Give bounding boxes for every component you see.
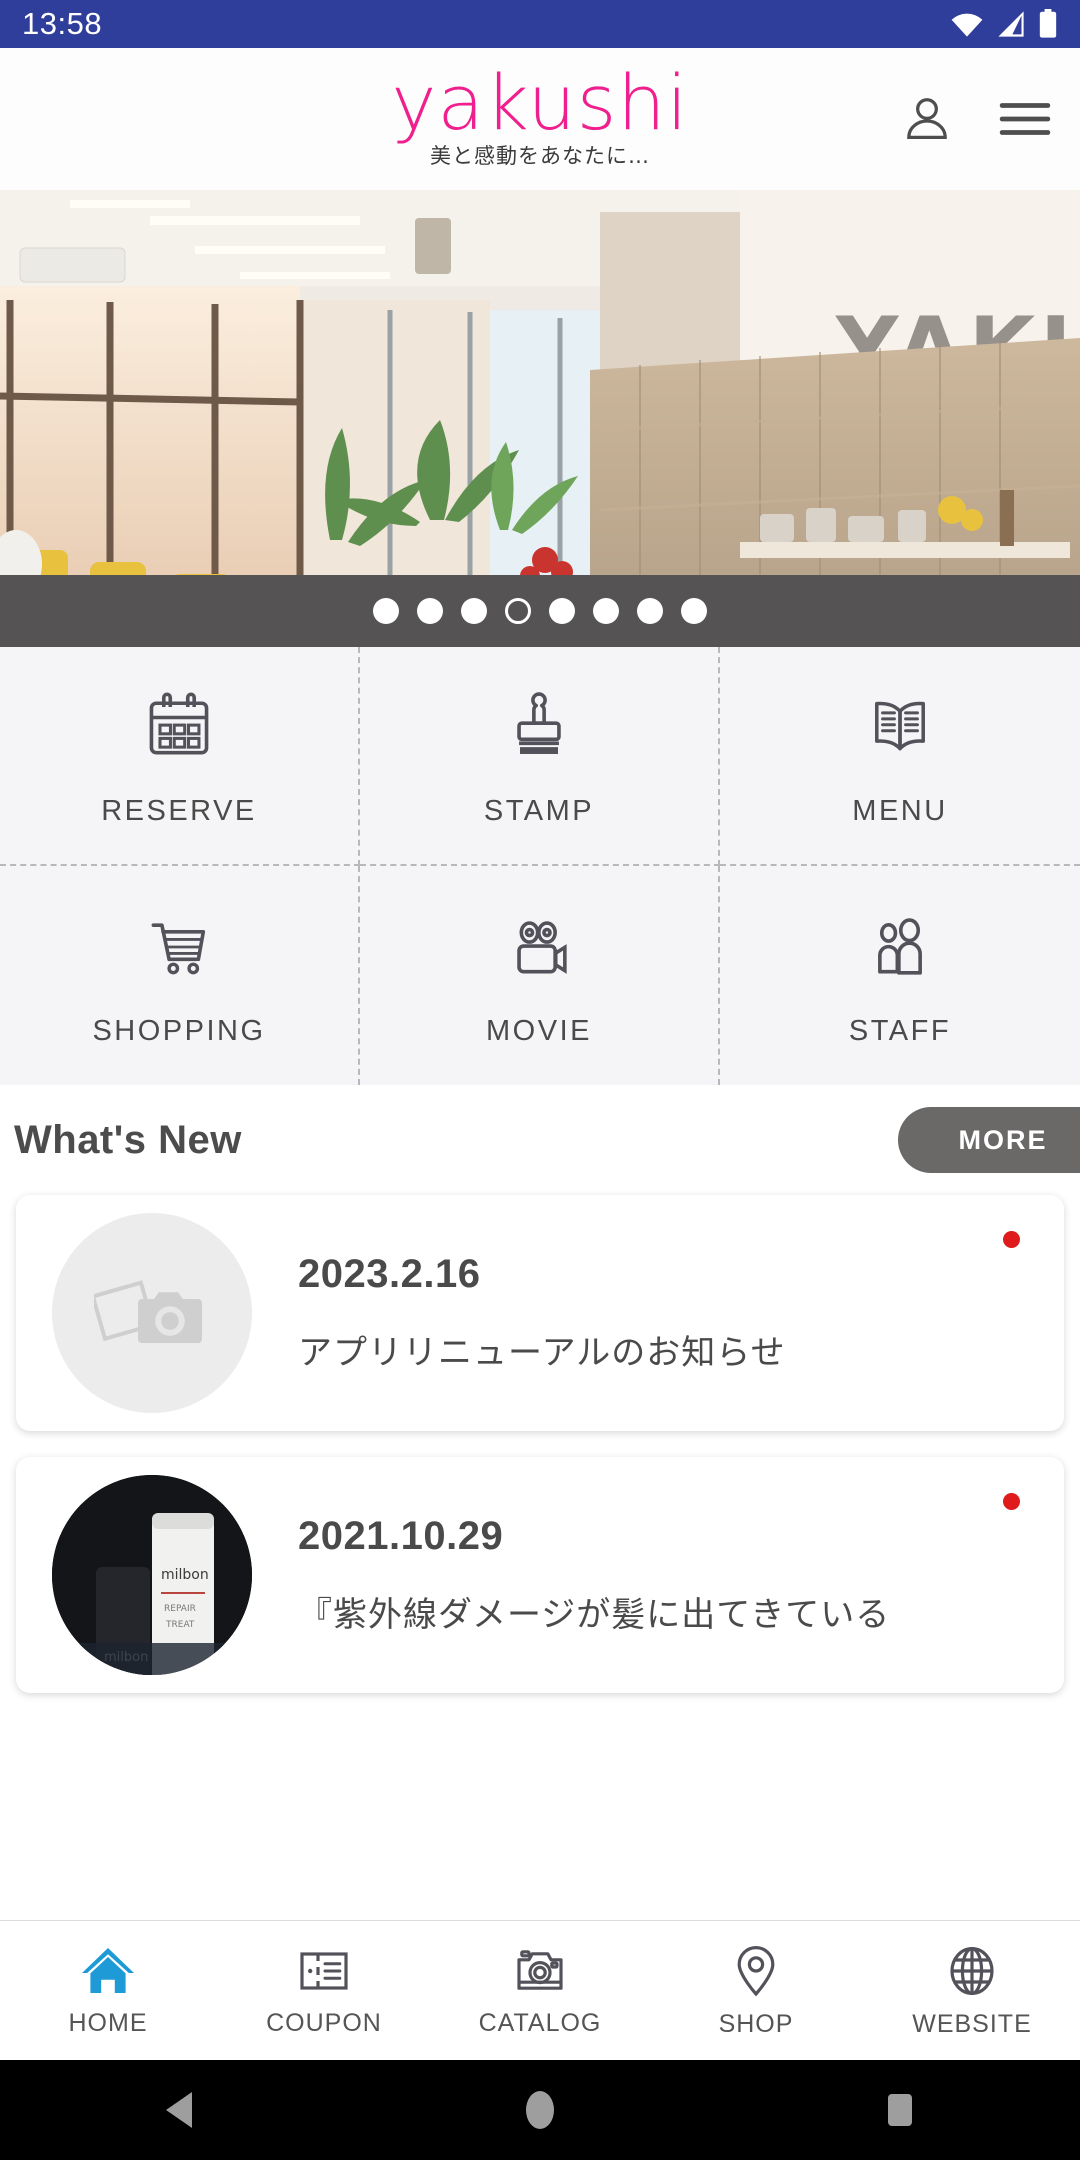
carousel-dot[interactable]: [681, 598, 707, 624]
carousel-dot-active[interactable]: [505, 598, 531, 624]
grid-item-label: SHOPPING: [92, 1015, 266, 1047]
unread-badge: [1003, 1231, 1020, 1248]
wifi-icon: [951, 13, 983, 37]
carousel-dot[interactable]: [417, 598, 443, 624]
status-time: 13:58: [22, 6, 103, 41]
app-header: yakushi 美と感動をあなたに…: [0, 48, 1080, 190]
carousel-dot[interactable]: [593, 598, 619, 624]
nav-item-home[interactable]: HOME: [0, 1943, 216, 2038]
nav-item-catalog[interactable]: CATALOG: [432, 1943, 648, 2038]
bottom-navigation: HOME COUPON CATALOG SHOP WEBSITE: [0, 1920, 1080, 2060]
home-icon: [82, 1948, 134, 1993]
grid-item-menu[interactable]: MENU: [720, 647, 1080, 866]
grid-item-label: STAFF: [848, 1015, 952, 1047]
hero-carousel[interactable]: Y YAKUSH: [0, 190, 1080, 647]
nav-item-label: SHOP: [718, 2010, 794, 2038]
nav-item-label: WEBSITE: [912, 2010, 1032, 2038]
grid-item-label: MENU: [852, 795, 948, 827]
grid-item-label: MOVIE: [486, 1015, 592, 1047]
account-button[interactable]: [898, 90, 956, 148]
logo-text: yakushi: [391, 58, 689, 148]
page-title: What's New: [14, 1117, 242, 1162]
svg-text:milbon: milbon: [161, 1567, 209, 1583]
milbon-product-photo: milbon milbon REPAIR TREAT: [52, 1475, 252, 1675]
logo-tagline: 美と感動をあなたに…: [430, 143, 650, 168]
calendar-icon: [141, 683, 217, 765]
menu-button[interactable]: [996, 90, 1054, 148]
svg-text:REPAIR: REPAIR: [164, 1604, 196, 1614]
shopping-cart-icon: [141, 903, 217, 985]
carousel-dot[interactable]: [549, 598, 575, 624]
carousel-dots[interactable]: [0, 575, 1080, 647]
unread-badge: [1003, 1493, 1020, 1510]
news-list: 2023.2.16 アプリリニューアルのお知らせ milbon milbon R…: [0, 1195, 1080, 1693]
video-camera-icon: [501, 903, 577, 985]
carousel-dot[interactable]: [637, 598, 663, 624]
news-body: 2021.10.29 『紫外線ダメージが髪に出てきている: [298, 1514, 890, 1636]
grid-item-stamp[interactable]: STAMP: [360, 647, 720, 866]
carousel-dot[interactable]: [461, 598, 487, 624]
whats-new-header: What's New MORE: [0, 1085, 1080, 1195]
nav-item-label: COUPON: [266, 2009, 382, 2037]
nav-item-label: HOME: [68, 2009, 148, 2037]
nav-item-shop[interactable]: SHOP: [648, 1942, 864, 2039]
battery-icon: [1039, 9, 1057, 38]
grid-item-staff[interactable]: STAFF: [720, 866, 1080, 1085]
news-date: 2023.2.16: [298, 1252, 481, 1296]
map-pin-icon: [737, 1946, 775, 1997]
svg-text:TREAT: TREAT: [165, 1620, 195, 1630]
recents-square-icon: [888, 2094, 912, 2126]
news-date: 2021.10.29: [298, 1514, 504, 1558]
cellular-signal-icon: [998, 11, 1024, 37]
coupon-icon: [300, 1952, 348, 1990]
news-text: アプリリニューアルのお知らせ: [298, 1333, 786, 1373]
account-icon: [907, 98, 947, 140]
news-text: 『紫外線ダメージが髪に出てきている: [298, 1595, 891, 1635]
grid-item-reserve[interactable]: RESERVE: [0, 647, 360, 866]
android-recents-button[interactable]: [840, 2090, 960, 2130]
android-back-button[interactable]: [120, 2090, 240, 2130]
news-thumbnail: [52, 1213, 252, 1413]
grid-item-movie[interactable]: MOVIE: [360, 866, 720, 1085]
back-triangle-icon: [166, 2092, 192, 2128]
android-system-nav: [0, 2060, 1080, 2160]
quick-menu-grid: RESERVE STAMP MENU SHOPPING MOVIE STAFF: [0, 647, 1080, 1085]
grid-item-shopping[interactable]: SHOPPING: [0, 866, 360, 1085]
android-home-button[interactable]: [480, 2089, 600, 2131]
status-bar: 13:58: [0, 0, 1080, 48]
more-button[interactable]: MORE: [898, 1107, 1080, 1173]
news-card[interactable]: milbon milbon REPAIR TREAT 2021.10.29 『紫…: [16, 1457, 1064, 1693]
people-icon: [862, 903, 938, 985]
carousel-dot[interactable]: [373, 598, 399, 624]
news-card[interactable]: 2023.2.16 アプリリニューアルのお知らせ: [16, 1195, 1064, 1431]
image-placeholder-icon: [94, 1280, 202, 1343]
app-header-actions: [898, 90, 1054, 148]
brand-logo[interactable]: yakushi 美と感動をあなたに…: [391, 58, 689, 170]
open-book-icon: [861, 683, 939, 765]
stamp-icon: [501, 683, 577, 765]
hamburger-menu-icon: [999, 103, 1051, 135]
nav-item-website[interactable]: WEBSITE: [864, 1942, 1080, 2039]
home-circle-icon: [526, 2091, 554, 2129]
news-body: 2023.2.16 アプリリニューアルのお知らせ: [298, 1252, 786, 1374]
globe-icon: [950, 1947, 994, 1995]
app-screen: 13:58 yakushi 美と感動をあなたに… RESERVE STAMP M…: [0, 0, 1080, 2160]
nav-item-coupon[interactable]: COUPON: [216, 1943, 432, 2038]
grid-item-label: RESERVE: [101, 795, 257, 827]
news-thumbnail: milbon milbon REPAIR TREAT: [52, 1475, 252, 1675]
status-icons: [950, 9, 1058, 39]
grid-item-label: STAMP: [483, 795, 595, 827]
camera-icon: [517, 1950, 563, 1990]
nav-item-label: CATALOG: [478, 2009, 602, 2037]
